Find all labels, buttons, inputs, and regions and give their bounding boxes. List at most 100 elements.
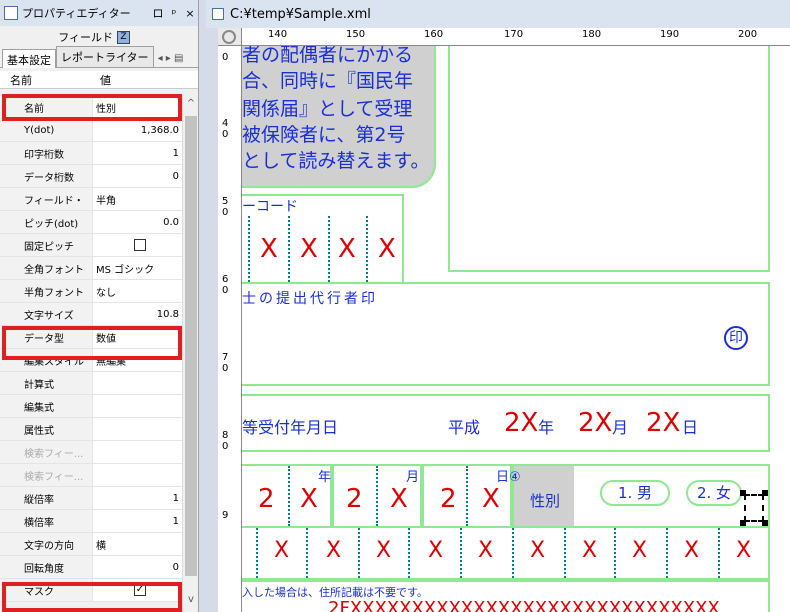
number-x: X <box>376 538 392 563</box>
ruler-label: 140 <box>268 29 288 40</box>
property-row-edit-style[interactable]: 編集スタイル 無編集 <box>0 349 182 372</box>
sex-option-female[interactable]: 2. 女 <box>686 480 742 506</box>
divider <box>248 216 250 282</box>
field-selector: フィールド Z <box>0 26 198 48</box>
divider <box>288 466 290 526</box>
property-row-fixed-pitch[interactable]: 固定ピッチ <box>0 234 182 257</box>
divider <box>666 528 668 578</box>
note-line-2: 合、同時に『国民年 <box>242 70 414 92</box>
date-day-value: 2X <box>646 408 681 438</box>
divider <box>408 528 410 578</box>
day-unit: 日 <box>682 418 699 437</box>
scroll-thumb[interactable] <box>185 116 197 576</box>
document-title: C:¥temp¥Sample.xml <box>230 6 371 22</box>
scroll-up-icon[interactable]: ^ <box>183 98 198 109</box>
property-column-header: 名前 値 <box>0 71 198 89</box>
tab-nav-icons[interactable]: ◂ ▸ ▤ <box>158 53 184 67</box>
ruler-label: 180 <box>582 29 602 40</box>
ruler-label: 160 <box>424 29 444 40</box>
birth-value: 2 <box>440 484 457 514</box>
fixed-pitch-checkbox[interactable] <box>134 239 146 251</box>
divider <box>718 528 720 578</box>
property-row-attr-expr[interactable]: 属性式 <box>0 418 182 441</box>
month-unit: 月 <box>612 418 629 437</box>
number-x: X <box>632 538 648 563</box>
vruler-label: 6 0 <box>222 274 229 296</box>
property-row-edit-expr[interactable]: 編集式 <box>0 395 182 418</box>
divider <box>376 466 378 526</box>
divider <box>366 216 368 282</box>
property-row-halfwidth-font[interactable]: 半角フォント なし <box>0 280 182 303</box>
property-row-font-size[interactable]: 文字サイズ 10.8 <box>0 303 182 326</box>
number-x: X <box>582 538 598 563</box>
birth-value: X <box>300 484 318 514</box>
property-scrollbar[interactable]: ^ v <box>182 96 198 612</box>
ruler-label: 200 <box>738 29 758 40</box>
property-row-v-scale[interactable]: 縦倍率 1 <box>0 487 182 510</box>
sex-option-male[interactable]: 1. 男 <box>600 480 670 506</box>
number-x: X <box>736 538 752 563</box>
note-line-1: 者の配偶者にかかる <box>242 46 414 66</box>
property-row-fullwidth-font[interactable]: 全角フォント MS ゴシック <box>0 257 182 280</box>
divider <box>256 528 258 578</box>
property-row-pitch[interactable]: ピッチ(dot) 0.0 <box>0 211 182 234</box>
sex-label: 性別 <box>530 492 561 510</box>
scroll-down-icon[interactable]: v <box>183 594 198 605</box>
close-icon[interactable]: × <box>182 7 198 20</box>
property-row-data-type[interactable]: データ型 数値 <box>0 326 182 349</box>
ruler-label: 190 <box>660 29 680 40</box>
era-label: 平成 <box>448 418 481 437</box>
tab-basic-settings[interactable]: 基本設定 <box>2 49 56 68</box>
property-row-text-direction[interactable]: 文字の方向横 <box>0 533 182 556</box>
restore-icon[interactable]: ロ <box>150 5 166 21</box>
designer-titlebar: C:¥temp¥Sample.xml <box>206 0 790 28</box>
pin-icon[interactable]: ᵖ <box>166 7 182 20</box>
divider <box>328 216 330 282</box>
date-year-value: 2X <box>504 408 539 438</box>
property-editor-title: プロパティエディター <box>22 7 131 20</box>
divider <box>306 528 308 578</box>
code-label: ーコード <box>242 199 298 215</box>
property-editor-panel: プロパティエディター ロ ᵖ × フィールド Z 基本設定 レポートライター ◂… <box>0 0 199 612</box>
field-type-icon[interactable]: Z <box>117 30 130 44</box>
ruler-corner <box>218 28 242 46</box>
property-row-name[interactable]: 名前 性別 <box>0 96 182 119</box>
document-icon <box>212 8 224 20</box>
agent-label: 士の提出代行者印 <box>242 291 378 307</box>
right-frame[interactable] <box>448 46 770 272</box>
date-label: 等受付年月日 <box>242 418 339 437</box>
seal-mark: 印 <box>724 326 748 350</box>
property-row-formula[interactable]: 計算式 <box>0 372 182 395</box>
birth-year-mark: 年 <box>318 470 332 485</box>
divider <box>420 464 424 528</box>
mask-checkbox[interactable]: ✓ <box>134 584 146 596</box>
vertical-ruler: 0 4 0 5 0 6 0 7 0 8 0 9 <box>218 46 242 612</box>
code-x-2: X <box>300 234 318 264</box>
resize-handle[interactable] <box>740 490 746 496</box>
left-gutter <box>206 28 218 612</box>
property-row-search-field-1: 検索フィー... <box>0 441 182 464</box>
property-row-y[interactable]: Y(dot) 1,368.0 <box>0 119 182 142</box>
column-name-header: 名前 <box>10 73 32 87</box>
birth-value: X <box>482 484 500 514</box>
divider <box>358 528 360 578</box>
ruler-label: 150 <box>346 29 366 40</box>
selected-field-handle[interactable] <box>744 494 764 522</box>
number-x: X <box>478 538 494 563</box>
property-row-data-digits[interactable]: データ桁数 0 <box>0 165 182 188</box>
note-line-4: 被保険者に、第2号 <box>242 124 406 146</box>
property-row-mask[interactable]: マスク ✓ <box>0 579 182 602</box>
property-row-field-width[interactable]: フィールド・ 半角 <box>0 188 182 211</box>
property-row-print-digits[interactable]: 印字桁数 1 <box>0 142 182 165</box>
code-x-4: X <box>378 234 396 264</box>
tab-report-writer[interactable]: レポートライター <box>56 46 154 67</box>
resize-handle[interactable] <box>762 490 768 496</box>
property-row-rotation[interactable]: 回転角度 0 <box>0 556 182 579</box>
number-x: X <box>274 538 290 563</box>
form-canvas[interactable]: 者の配偶者にかかる 合、同時に『国民年 関係届』として受理 被保険者に、第2号 … <box>242 46 790 612</box>
column-value-header: 値 <box>100 73 111 87</box>
property-editor-titlebar: プロパティエディター ロ ᵖ × <box>0 0 198 26</box>
property-row-h-scale[interactable]: 横倍率 1 <box>0 510 182 533</box>
birth-day-mark: 日④ <box>496 470 521 485</box>
vruler-label: 5 0 <box>222 196 229 218</box>
